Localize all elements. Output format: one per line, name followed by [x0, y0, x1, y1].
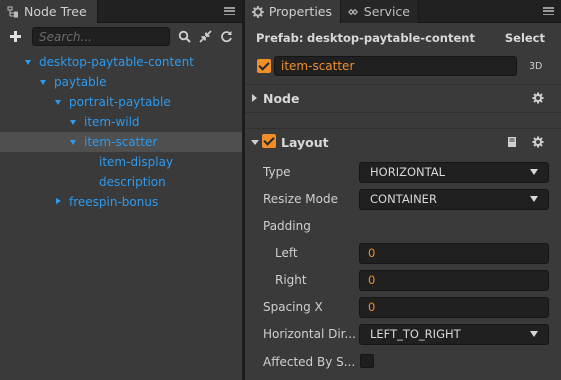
editor-window: Node Tree desktop-paytable-content [0, 0, 561, 380]
expand-arrow-icon[interactable] [69, 132, 79, 152]
chevron-down-icon [530, 196, 538, 202]
expand-arrow-icon[interactable] [24, 52, 34, 72]
node-name-field[interactable]: item-scatter [274, 56, 517, 76]
collapse-icon[interactable] [199, 30, 212, 43]
prefab-name: desktop-paytable-content [307, 31, 475, 45]
node-tree-panel: Node Tree desktop-paytable-content [0, 0, 242, 380]
tree-item-label: desktop-paytable-content [39, 55, 194, 69]
tab-service-label: Service [363, 4, 410, 19]
prefab-select-button[interactable]: Select [505, 31, 545, 45]
expand-arrow-icon[interactable] [39, 72, 49, 92]
gear-icon[interactable] [532, 92, 544, 104]
node-tree-tabbar: Node Tree [0, 0, 242, 23]
affected-by-scale-checkbox[interactable] [360, 354, 374, 368]
node-tree-icon [7, 6, 18, 17]
gear-icon[interactable] [532, 136, 544, 148]
resize-mode-select[interactable]: CONTAINER [359, 189, 549, 210]
tree-item-label: description [99, 175, 166, 189]
layout-enabled-checkbox[interactable] [262, 134, 276, 148]
search-input[interactable] [32, 27, 170, 46]
tab-properties-label: Properties [268, 4, 332, 19]
padding-left-input[interactable]: 0 [359, 243, 549, 264]
tree-item-paytable[interactable]: paytable [0, 72, 242, 92]
tree-item-label: paytable [54, 75, 107, 89]
tree-item-label: freespin-bonus [69, 195, 159, 209]
padding-left-label: Left [275, 246, 298, 260]
horizontal-direction-select[interactable]: LEFT_TO_RIGHT [359, 324, 549, 345]
type-label: Type [263, 165, 291, 179]
divider [245, 112, 561, 113]
menu-icon[interactable] [543, 5, 554, 17]
expand-arrow-icon[interactable] [69, 112, 79, 132]
section-node-title: Node [263, 90, 300, 106]
tree-item-description[interactable]: description [0, 172, 242, 192]
tab-node-tree-label: Node Tree [24, 4, 87, 19]
collapse-arrow-icon[interactable] [251, 138, 259, 146]
resize-mode-label: Resize Mode [263, 192, 338, 206]
menu-icon[interactable] [224, 5, 235, 17]
refresh-icon[interactable] [220, 30, 233, 43]
tree-item-item-scatter[interactable]: item-scatter [0, 132, 242, 152]
service-icon [348, 8, 359, 15]
type-select[interactable]: HORIZONTAL [359, 162, 549, 183]
prefab-row: Prefab: desktop-paytable-content Select [245, 24, 561, 52]
tree-item-item-display[interactable]: item-display [0, 152, 242, 172]
tree-item-freespin-bonus[interactable]: freespin-bonus [0, 192, 242, 212]
padding-label: Padding [263, 219, 311, 233]
tab-service[interactable]: Service [341, 0, 419, 23]
section-node-header[interactable]: Node [245, 85, 561, 111]
tree-item-item-wild[interactable]: item-wild [0, 112, 242, 132]
node-active-checkbox[interactable] [257, 59, 271, 73]
tree-item-portrait-paytable[interactable]: portrait-paytable [0, 92, 242, 112]
section-layout-title: Layout [281, 134, 329, 150]
chevron-down-icon [530, 331, 538, 337]
book-icon[interactable] [506, 136, 518, 148]
affected-by-scale-label: Affected By S... [263, 355, 356, 369]
tree-item-desktop-paytable-content[interactable]: desktop-paytable-content [0, 52, 242, 72]
section-layout-header[interactable]: Layout [245, 129, 561, 155]
plus-icon[interactable] [10, 31, 21, 42]
padding-right-input[interactable]: 0 [359, 270, 549, 291]
type-select-value: HORIZONTAL [370, 165, 446, 179]
expand-arrow-icon[interactable] [54, 92, 64, 112]
spacing-x-label: Spacing X [263, 300, 323, 314]
padding-right-label: Right [275, 273, 307, 287]
tree-item-label: item-scatter [84, 135, 158, 149]
tree-item-label: portrait-paytable [69, 95, 171, 109]
chevron-down-icon [530, 169, 538, 175]
expand-arrow-icon[interactable] [251, 94, 259, 102]
resize-mode-select-value: CONTAINER [370, 192, 437, 206]
properties-tabbar: Properties Service [245, 0, 561, 23]
tree-item-label: item-display [99, 155, 174, 169]
tab-node-tree[interactable]: Node Tree [0, 0, 98, 23]
node-tree: desktop-paytable-content paytable portra… [0, 52, 242, 212]
gear-icon [252, 5, 264, 18]
spacing-x-input[interactable]: 0 [359, 297, 549, 318]
horizontal-direction-label: Horizontal Dir... [263, 327, 356, 341]
horizontal-direction-value: LEFT_TO_RIGHT [370, 327, 461, 341]
tree-item-label: item-wild [84, 115, 140, 129]
expand-arrow-icon[interactable] [54, 192, 64, 212]
tab-properties[interactable]: Properties [245, 0, 341, 23]
3d-toggle[interactable]: 3D [529, 61, 542, 72]
properties-panel: Properties Service Prefab: desktop-payta… [245, 0, 561, 380]
prefab-label: Prefab: [256, 31, 304, 45]
search-icon[interactable] [178, 30, 191, 43]
